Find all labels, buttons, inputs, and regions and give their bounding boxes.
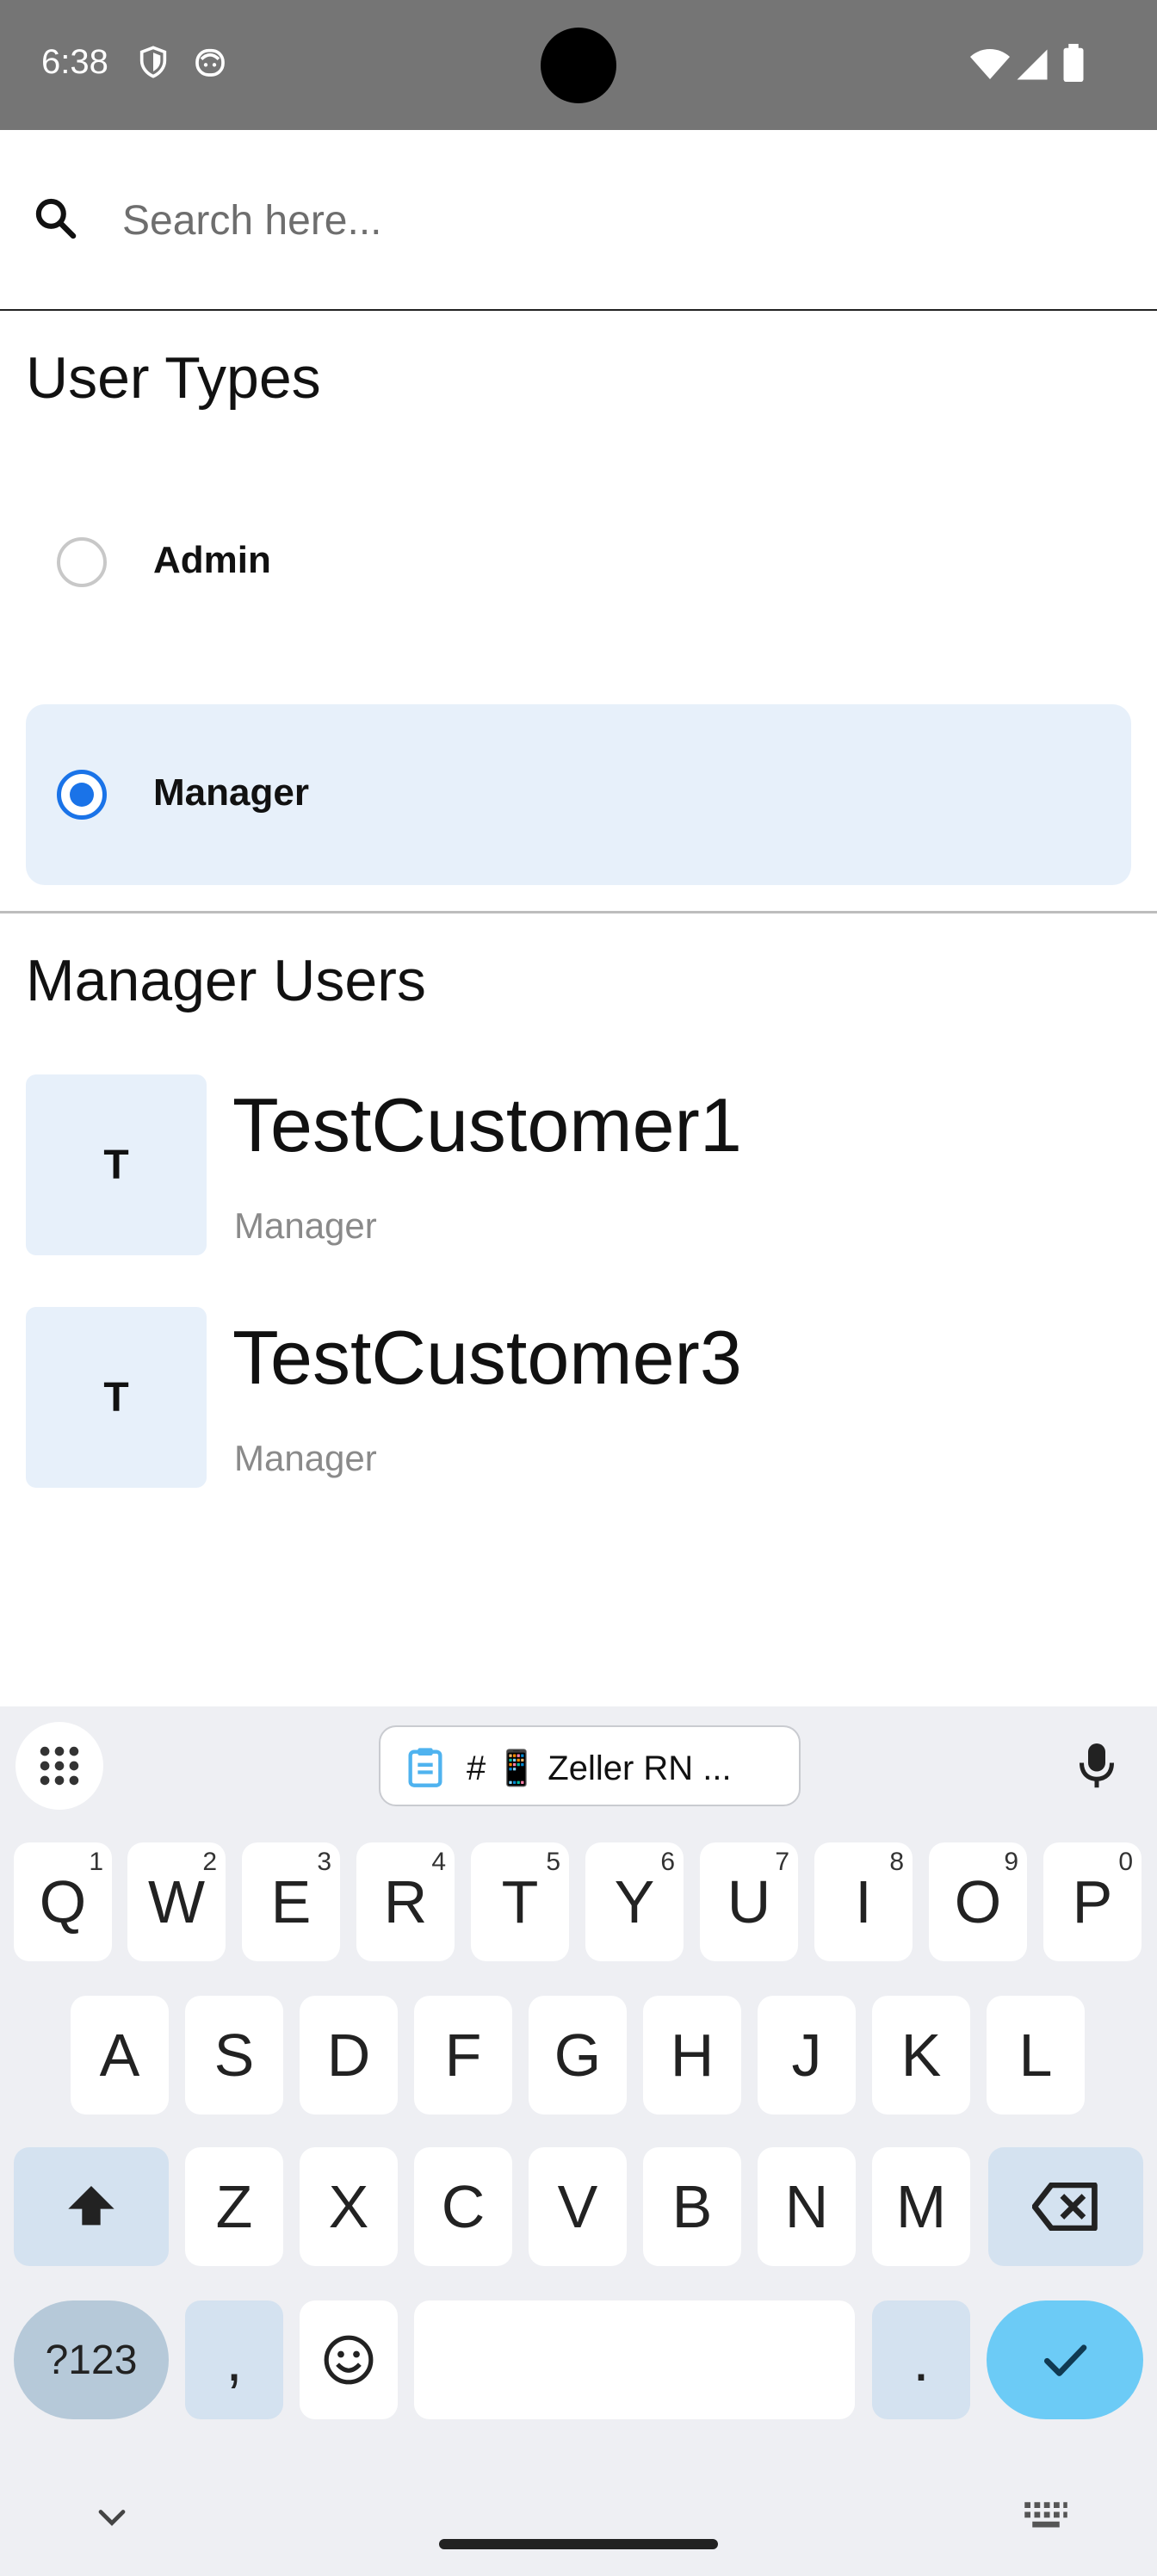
space-key[interactable]	[414, 2300, 855, 2419]
emoji-key[interactable]	[300, 2300, 398, 2419]
key-w[interactable]: W2	[127, 1842, 226, 1961]
wifi-icon	[970, 49, 1010, 79]
face-icon	[195, 48, 225, 77]
key-q[interactable]: Q1	[14, 1842, 112, 1961]
key-l[interactable]: L	[987, 1996, 1085, 2115]
camera-cutout	[541, 28, 616, 103]
battery-icon	[1063, 43, 1084, 83]
keyboard: # 📱 Zeller RN ... Q1 W2 E3 R4 T5 Y6 U7 I…	[0, 1706, 1157, 2576]
key-c[interactable]: C	[414, 2147, 512, 2266]
key-x[interactable]: X	[300, 2147, 398, 2266]
user-list-item[interactable]: T TestCustomer3 Manager	[26, 1307, 1136, 1488]
key-a[interactable]: A	[71, 1996, 169, 2115]
radio-label-admin: Admin	[153, 539, 271, 581]
backspace-icon	[1032, 2183, 1098, 2231]
key-z[interactable]: Z	[185, 2147, 283, 2266]
key-f[interactable]: F	[414, 1996, 512, 2115]
emoji-icon	[324, 2335, 374, 2385]
grid-icon	[40, 1746, 79, 1786]
signal-icon	[1017, 49, 1048, 80]
clipboard-icon	[408, 1748, 442, 1787]
manager-users-title: Manager Users	[26, 948, 426, 1013]
user-name: TestCustomer3	[232, 1315, 742, 1400]
search-input[interactable]	[122, 182, 1112, 259]
key-d[interactable]: D	[300, 1996, 398, 2115]
period-key[interactable]: .	[872, 2300, 970, 2419]
shield-icon	[139, 46, 167, 78]
home-indicator[interactable]	[439, 2539, 718, 2549]
key-o[interactable]: O9	[929, 1842, 1027, 1961]
checkmark-icon	[1043, 2344, 1087, 2376]
clipboard-suggestion-chip[interactable]: # 📱 Zeller RN ...	[379, 1725, 801, 1806]
key-j[interactable]: J	[758, 1996, 856, 2115]
key-g[interactable]: G	[529, 1996, 627, 2115]
key-t[interactable]: T5	[471, 1842, 569, 1961]
key-s[interactable]: S	[185, 1996, 283, 2115]
backspace-key[interactable]	[988, 2147, 1143, 2266]
shift-arrow-icon	[68, 2186, 114, 2226]
enter-key[interactable]	[987, 2300, 1143, 2419]
key-m[interactable]: M	[872, 2147, 970, 2266]
user-role: Manager	[234, 1438, 377, 1478]
user-role: Manager	[234, 1205, 377, 1246]
user-list-item[interactable]: T TestCustomer1 Manager	[26, 1074, 1136, 1255]
user-name: TestCustomer1	[232, 1082, 742, 1167]
radio-label-manager: Manager	[153, 771, 309, 814]
key-i[interactable]: I8	[814, 1842, 913, 1961]
avatar: T	[26, 1074, 207, 1255]
clipboard-text: # 📱 Zeller RN ...	[467, 1749, 732, 1787]
search-icon[interactable]	[31, 194, 79, 242]
key-v[interactable]: V	[529, 2147, 627, 2266]
key-r[interactable]: R4	[356, 1842, 455, 1961]
status-time: 6:38	[41, 43, 108, 81]
keyboard-switch-icon[interactable]	[1023, 2500, 1069, 2531]
symbols-key[interactable]: ?123	[14, 2300, 169, 2419]
key-e[interactable]: E3	[242, 1842, 340, 1961]
comma-key[interactable]: ,	[185, 2300, 283, 2419]
key-p[interactable]: P0	[1043, 1842, 1142, 1961]
radio-option-admin[interactable]: Admin	[26, 472, 1131, 653]
radio-button-admin[interactable]	[57, 537, 107, 587]
key-y[interactable]: Y6	[585, 1842, 684, 1961]
status-bar: 6:38	[0, 0, 1157, 130]
radio-option-manager[interactable]: Manager	[26, 704, 1131, 885]
user-types-title: User Types	[26, 345, 321, 411]
key-u[interactable]: U7	[700, 1842, 798, 1961]
avatar: T	[26, 1307, 207, 1488]
shift-key[interactable]	[14, 2147, 169, 2266]
radio-button-manager[interactable]	[57, 770, 107, 820]
search-bar	[0, 130, 1157, 311]
key-b[interactable]: B	[643, 2147, 741, 2266]
section-divider	[0, 911, 1157, 913]
key-h[interactable]: H	[643, 1996, 741, 2115]
keyboard-hide-chevron-icon[interactable]	[90, 2495, 134, 2540]
key-n[interactable]: N	[758, 2147, 856, 2266]
microphone-icon[interactable]	[1071, 1737, 1123, 1793]
screen: 6:38 User Types Admin	[0, 0, 1157, 2576]
apps-grid-button[interactable]	[15, 1722, 103, 1810]
key-k[interactable]: K	[872, 1996, 970, 2115]
